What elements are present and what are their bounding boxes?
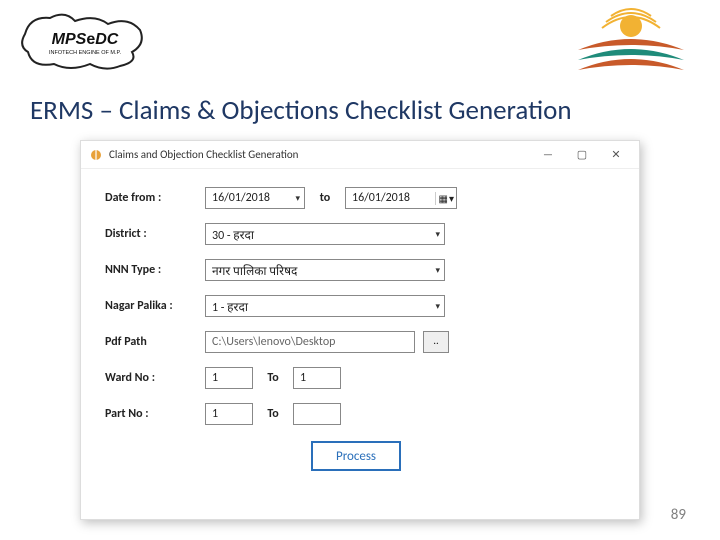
pdf-path-field[interactable]: C:\Users\lenovo\Desktop — [205, 331, 415, 353]
date-from-field[interactable]: 16/01/2018 ▾ — [205, 187, 305, 209]
browse-button[interactable]: .. — [423, 331, 449, 353]
chevron-down-icon: ▾ — [429, 229, 440, 240]
chevron-down-icon: ▾ — [429, 301, 440, 312]
part-no-to-label: To — [253, 407, 293, 421]
date-from-label: Date from : — [105, 191, 205, 205]
page-number: 89 — [671, 506, 686, 524]
date-to-field[interactable]: 16/01/2018 ▦▾ — [345, 187, 457, 209]
logo-line2: INFOTECH ENGINE OF M.P. — [49, 50, 121, 56]
date-to-label: to — [305, 191, 345, 205]
nnn-type-value: नगर पालिका परिषद — [212, 262, 297, 279]
titlebar-title: Claims and Objection Checklist Generatio… — [109, 148, 531, 161]
minimize-button[interactable]: — — [531, 144, 565, 166]
logo-line1: MPSeDC — [52, 31, 119, 48]
part-no-from-field[interactable]: 1 — [205, 403, 253, 425]
calendar-toggle-icon: ▦▾ — [435, 192, 454, 205]
dialog-window: Claims and Objection Checklist Generatio… — [80, 140, 640, 520]
date-to-value: 16/01/2018 — [352, 191, 410, 205]
chevron-down-icon: ▾ — [429, 265, 440, 276]
district-label: District : — [105, 227, 205, 241]
row-nnn-type: NNN Type : नगर पालिका परिषद ▾ — [105, 259, 615, 281]
header: MPSeDC INFOTECH ENGINE OF M.P. — [0, 0, 720, 90]
form: Date from : 16/01/2018 ▾ to 16/01/2018 ▦… — [81, 169, 639, 425]
row-part-no: Part No : 1 To — [105, 403, 615, 425]
maximize-button[interactable]: ▢ — [565, 144, 599, 166]
titlebar: Claims and Objection Checklist Generatio… — [81, 141, 639, 169]
part-no-to-field[interactable] — [293, 403, 341, 425]
nagar-palika-select[interactable]: 1 - हरदा ▾ — [205, 295, 445, 317]
part-no-label: Part No : — [105, 407, 205, 421]
row-ward-no: Ward No : 1 To 1 — [105, 367, 615, 389]
process-button[interactable]: Process — [311, 441, 401, 471]
nnn-type-label: NNN Type : — [105, 263, 205, 277]
ward-no-label: Ward No : — [105, 371, 205, 385]
app-icon — [89, 148, 103, 162]
mpsedc-logo: MPSeDC INFOTECH ENGINE OF M.P. — [20, 6, 150, 76]
pdf-path-label: Pdf Path — [105, 335, 205, 349]
district-value: 30 - हरदा — [212, 226, 254, 243]
district-select[interactable]: 30 - हरदा ▾ — [205, 223, 445, 245]
nagar-palika-label: Nagar Palika : — [105, 299, 205, 313]
date-from-value: 16/01/2018 — [212, 191, 270, 205]
brand-logo — [566, 6, 696, 82]
close-button[interactable]: ✕ — [599, 144, 633, 166]
row-pdf-path: Pdf Path C:\Users\lenovo\Desktop .. — [105, 331, 615, 353]
row-nagar-palika: Nagar Palika : 1 - हरदा ▾ — [105, 295, 615, 317]
ward-no-to-field[interactable]: 1 — [293, 367, 341, 389]
nagar-palika-value: 1 - हरदा — [212, 298, 248, 315]
page-title: ERMS – Claims & Objections Checklist Gen… — [30, 94, 572, 127]
chevron-down-icon: ▾ — [293, 193, 302, 204]
ward-no-to-label: To — [253, 371, 293, 385]
nnn-type-select[interactable]: नगर पालिका परिषद ▾ — [205, 259, 445, 281]
row-district: District : 30 - हरदा ▾ — [105, 223, 615, 245]
row-date: Date from : 16/01/2018 ▾ to 16/01/2018 ▦… — [105, 187, 615, 209]
ward-no-from-field[interactable]: 1 — [205, 367, 253, 389]
